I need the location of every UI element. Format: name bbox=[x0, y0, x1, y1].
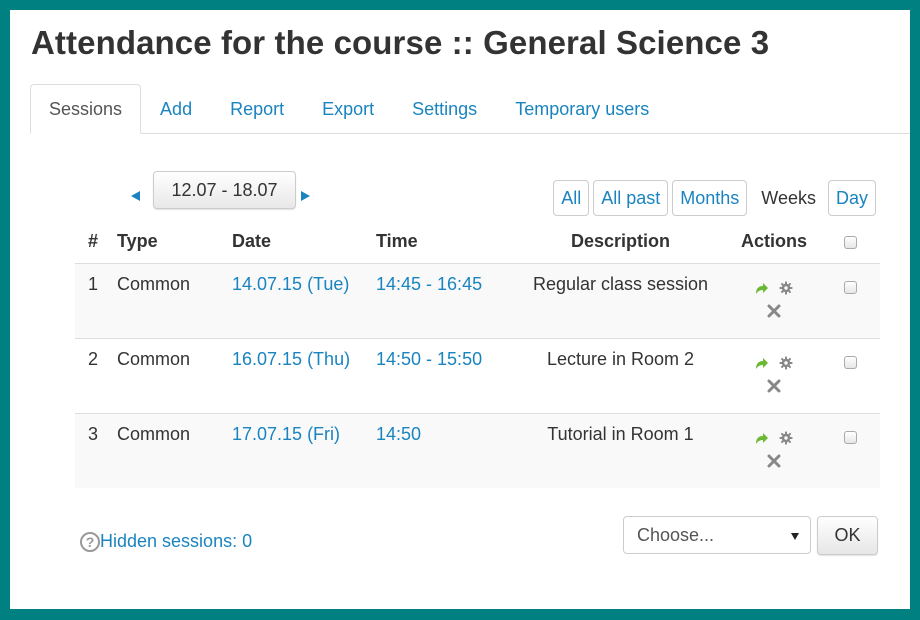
select-all-checkbox[interactable] bbox=[843, 236, 857, 249]
header-num: # bbox=[87, 231, 98, 252]
session-time-link[interactable]: 14:50 - 15:50 bbox=[376, 349, 482, 369]
gear-icon[interactable] bbox=[779, 355, 793, 373]
cell-description: Regular class session bbox=[513, 262, 728, 338]
cell-select bbox=[820, 412, 880, 488]
filter-weeks-current: Weeks bbox=[761, 187, 816, 208]
take-attendance-icon[interactable] bbox=[755, 430, 769, 448]
header-time: Time bbox=[376, 231, 418, 252]
delete-icon[interactable] bbox=[767, 378, 781, 396]
bulk-action-select[interactable]: Choose... bbox=[623, 516, 811, 554]
filter-months-button[interactable]: Months bbox=[672, 180, 748, 216]
view-filter-group: All All past Months Weeks Day bbox=[553, 180, 876, 216]
delete-icon[interactable] bbox=[767, 453, 781, 471]
table-row: 3 Common 17.07.15 (Fri) 14:50 Tutorial i… bbox=[75, 412, 880, 488]
row-checkbox[interactable] bbox=[843, 355, 857, 369]
gear-icon[interactable] bbox=[779, 430, 793, 448]
header-description: Description bbox=[570, 231, 671, 252]
cell-actions bbox=[728, 337, 820, 413]
header-select-all bbox=[820, 221, 880, 263]
tab-add[interactable]: Add bbox=[141, 84, 211, 134]
ok-button[interactable]: OK bbox=[817, 516, 878, 555]
previous-week-icon[interactable] bbox=[131, 191, 140, 201]
bulk-action-value: Choose... bbox=[637, 525, 715, 545]
tab-sessions[interactable]: Sessions bbox=[30, 84, 142, 134]
cell-num: 2 bbox=[75, 337, 109, 413]
cell-time: 14:50 - 15:50 bbox=[368, 337, 513, 413]
delete-icon[interactable] bbox=[767, 303, 781, 321]
hidden-sessions-link[interactable]: Hidden sessions: 0 bbox=[100, 531, 252, 552]
cell-type: Common bbox=[109, 412, 224, 488]
header-actions: Actions bbox=[740, 231, 807, 252]
header-date: Date bbox=[232, 231, 272, 252]
cell-description: Lecture in Room 2 bbox=[513, 337, 728, 413]
session-date-link[interactable]: 17.07.15 (Fri) bbox=[232, 424, 340, 444]
help-icon[interactable]: ? bbox=[80, 531, 100, 552]
filter-all-past-button[interactable]: All past bbox=[593, 180, 669, 216]
date-range-button[interactable]: 12.07 - 18.07 bbox=[153, 171, 296, 209]
table-row: 2 Common 16.07.15 (Thu) 14:50 - 15:50 Le… bbox=[75, 337, 880, 413]
next-week-icon[interactable] bbox=[301, 191, 310, 201]
table-row: 1 Common 14.07.15 (Tue) 14:45 - 16:45 Re… bbox=[75, 262, 880, 338]
sessions-table: # Type Date Time Description Actions 1 C… bbox=[75, 221, 880, 488]
cell-actions bbox=[728, 262, 820, 338]
header-type: Type bbox=[117, 231, 158, 252]
cell-time: 14:50 bbox=[368, 412, 513, 488]
chevron-down-icon bbox=[791, 533, 799, 540]
cell-actions bbox=[728, 412, 820, 488]
take-attendance-icon[interactable] bbox=[755, 280, 769, 298]
row-checkbox[interactable] bbox=[843, 280, 857, 294]
cell-type: Common bbox=[109, 337, 224, 413]
session-time-link[interactable]: 14:45 - 16:45 bbox=[376, 274, 482, 294]
filter-day-button[interactable]: Day bbox=[827, 180, 876, 216]
cell-description: Tutorial in Room 1 bbox=[513, 412, 728, 488]
cell-num: 3 bbox=[75, 412, 109, 488]
take-attendance-icon[interactable] bbox=[755, 355, 769, 373]
cell-time: 14:45 - 16:45 bbox=[368, 262, 513, 338]
cell-type: Common bbox=[109, 262, 224, 338]
cell-date: 17.07.15 (Fri) bbox=[224, 412, 368, 488]
page-title: Attendance for the course :: General Sci… bbox=[31, 24, 770, 61]
session-time-link[interactable]: 14:50 bbox=[376, 424, 421, 444]
cell-num: 1 bbox=[75, 262, 109, 338]
tab-report[interactable]: Report bbox=[211, 84, 303, 134]
session-date-link[interactable]: 14.07.15 (Tue) bbox=[232, 274, 349, 294]
tab-bar: Sessions Add Report Export Settings Temp… bbox=[30, 84, 910, 134]
session-date-link[interactable]: 16.07.15 (Thu) bbox=[232, 349, 350, 369]
tab-temporary-users[interactable]: Temporary users bbox=[496, 84, 668, 134]
gear-icon[interactable] bbox=[779, 280, 793, 298]
row-checkbox[interactable] bbox=[843, 430, 857, 444]
hidden-sessions: ? Hidden sessions: 0 bbox=[80, 531, 252, 552]
filter-all-button[interactable]: All bbox=[553, 180, 590, 216]
cell-select bbox=[820, 337, 880, 413]
page-container: Attendance for the course :: General Sci… bbox=[10, 10, 910, 609]
cell-date: 14.07.15 (Tue) bbox=[224, 262, 368, 338]
tab-export[interactable]: Export bbox=[303, 84, 393, 134]
tab-settings[interactable]: Settings bbox=[393, 84, 496, 134]
cell-date: 16.07.15 (Thu) bbox=[224, 337, 368, 413]
cell-select bbox=[820, 262, 880, 338]
table-header-row: # Type Date Time Description Actions bbox=[75, 221, 880, 263]
